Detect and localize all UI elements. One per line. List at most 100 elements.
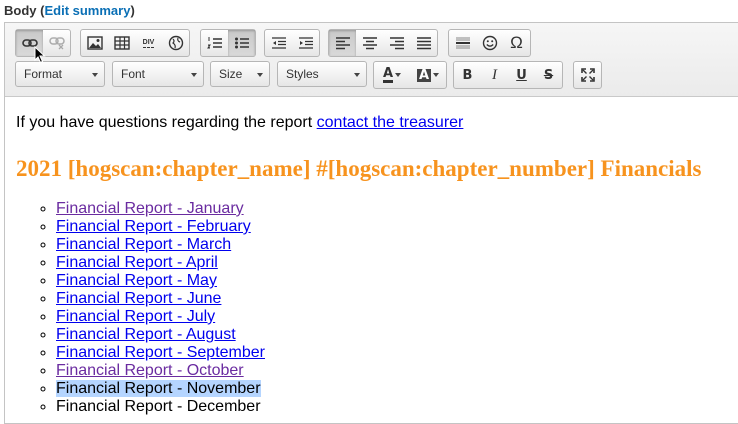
table-button[interactable]: [108, 30, 135, 56]
smiley-button[interactable]: [476, 30, 503, 56]
report-link[interactable]: Financial Report - June: [56, 290, 221, 307]
report-list-item: Financial Report - June: [56, 290, 265, 308]
report-link[interactable]: Financial Report - March: [56, 236, 231, 253]
div-icon: DIV: [142, 38, 155, 48]
insert-group: DIV: [80, 29, 190, 57]
iframe-button[interactable]: [162, 30, 189, 56]
report-list-item: Financial Report - April: [56, 254, 265, 272]
underline-button[interactable]: U: [508, 62, 535, 88]
report-list-item: Financial Report - January: [56, 200, 265, 218]
indent-icon: [298, 37, 313, 49]
numbered-list-button[interactable]: [201, 30, 228, 56]
report-list-item: Financial Report - May: [56, 272, 265, 290]
report-link[interactable]: Financial Report - February: [56, 218, 251, 235]
bulleted-list-icon: [234, 37, 249, 49]
body-field-label: Body (Edit summary): [4, 3, 135, 18]
editor-toolbar: DIV Ω Format Font Size Styles A A B I U …: [5, 23, 738, 97]
report-link[interactable]: Financial Report - January: [56, 200, 244, 217]
indent-button[interactable]: [292, 30, 319, 56]
report-link[interactable]: Financial Report - September: [56, 344, 265, 361]
report-link[interactable]: Financial Report - August: [56, 326, 236, 343]
chevron-down-icon: [433, 73, 440, 77]
list-group: [200, 29, 256, 57]
report-list-item: Financial Report - September: [56, 344, 265, 362]
report-text: Financial Report - December: [56, 398, 261, 415]
table-icon: [113, 36, 130, 50]
horizontal-rule-icon: [455, 37, 470, 49]
align-center-button[interactable]: [356, 30, 383, 56]
special-char-button[interactable]: Ω: [503, 30, 530, 56]
indent-group: [264, 29, 320, 57]
financials-heading: 2021 [hogscan:chapter_name] #[hogscan:ch…: [16, 156, 702, 181]
bold-button[interactable]: B: [454, 62, 481, 88]
mouse-cursor-icon: [34, 46, 46, 64]
globe-icon: [168, 35, 183, 51]
text-style-group: B I U S: [453, 61, 563, 89]
align-left-button[interactable]: [329, 30, 356, 56]
bg-color-icon: A: [416, 67, 432, 83]
align-center-icon: [362, 37, 377, 50]
styles-dropdown[interactable]: Styles: [277, 61, 367, 87]
italic-button[interactable]: I: [481, 62, 508, 88]
align-justify-icon: [416, 37, 431, 50]
color-group: A A: [373, 61, 447, 89]
text-color-icon: A: [382, 65, 394, 83]
report-list-item: Financial Report - October: [56, 362, 265, 380]
outdent-icon: [271, 37, 286, 49]
report-link[interactable]: Financial Report - July: [56, 308, 215, 325]
align-right-button[interactable]: [383, 30, 410, 56]
paren-close: ): [130, 3, 135, 18]
rich-text-editor: DIV Ω Format Font Size Styles A A B I U …: [4, 22, 738, 424]
chevron-down-icon: [257, 73, 263, 77]
contact-treasurer-link[interactable]: contact the treasurer: [317, 114, 464, 131]
report-list-item: Financial Report - November: [56, 380, 265, 398]
chevron-down-icon: [92, 73, 98, 77]
bg-color-button[interactable]: A: [410, 62, 446, 88]
report-list-item: Financial Report - July: [56, 308, 265, 326]
report-list-item: Financial Report - August: [56, 326, 265, 344]
italic-icon: I: [492, 66, 497, 83]
report-list-item: Financial Report - February: [56, 218, 265, 236]
selected-report-text: Financial Report - November: [56, 380, 261, 397]
misc-group: Ω: [448, 29, 531, 57]
numbered-list-icon: [206, 37, 222, 49]
text-color-button[interactable]: A: [374, 62, 410, 88]
field-label-text: Body: [4, 3, 37, 18]
intro-text: If you have questions regarding the repo…: [16, 114, 317, 131]
maximize-icon: [580, 68, 595, 82]
horizontal-rule-button[interactable]: [449, 30, 476, 56]
strikethrough-button[interactable]: S: [535, 62, 562, 88]
bold-icon: B: [462, 67, 473, 83]
report-link[interactable]: Financial Report - April: [56, 254, 218, 271]
underline-icon: U: [516, 67, 527, 83]
size-dropdown[interactable]: Size: [210, 61, 270, 87]
align-group: [328, 29, 438, 57]
font-dropdown[interactable]: Font: [112, 61, 204, 87]
image-button[interactable]: [81, 30, 108, 56]
div-button[interactable]: DIV: [135, 30, 162, 56]
editor-content[interactable]: If you have questions regarding the repo…: [16, 96, 738, 423]
chevron-down-icon: [191, 73, 197, 77]
maximize-group: [573, 61, 602, 89]
report-link[interactable]: Financial Report - October: [56, 362, 244, 379]
intro-paragraph: If you have questions regarding the repo…: [16, 114, 463, 132]
report-link[interactable]: Financial Report - May: [56, 272, 217, 289]
align-right-icon: [389, 37, 404, 50]
report-list-item: Financial Report - December: [56, 398, 265, 416]
maximize-button[interactable]: [574, 62, 601, 88]
styles-dropdown-label: Styles: [286, 67, 319, 81]
align-left-icon: [335, 37, 350, 50]
edit-summary-link[interactable]: Edit summary: [44, 3, 130, 18]
image-icon: [86, 36, 103, 50]
chevron-down-icon: [354, 73, 360, 77]
unlink-button[interactable]: [43, 30, 70, 56]
bulleted-list-button[interactable]: [228, 30, 255, 56]
format-dropdown[interactable]: Format: [15, 61, 105, 87]
smiley-icon: [482, 35, 497, 51]
unlink-icon: [48, 37, 65, 50]
omega-icon: Ω: [510, 33, 523, 52]
strikethrough-icon: S: [543, 67, 554, 83]
report-list: Financial Report - JanuaryFinancial Repo…: [16, 200, 265, 416]
outdent-button[interactable]: [265, 30, 292, 56]
align-justify-button[interactable]: [410, 30, 437, 56]
